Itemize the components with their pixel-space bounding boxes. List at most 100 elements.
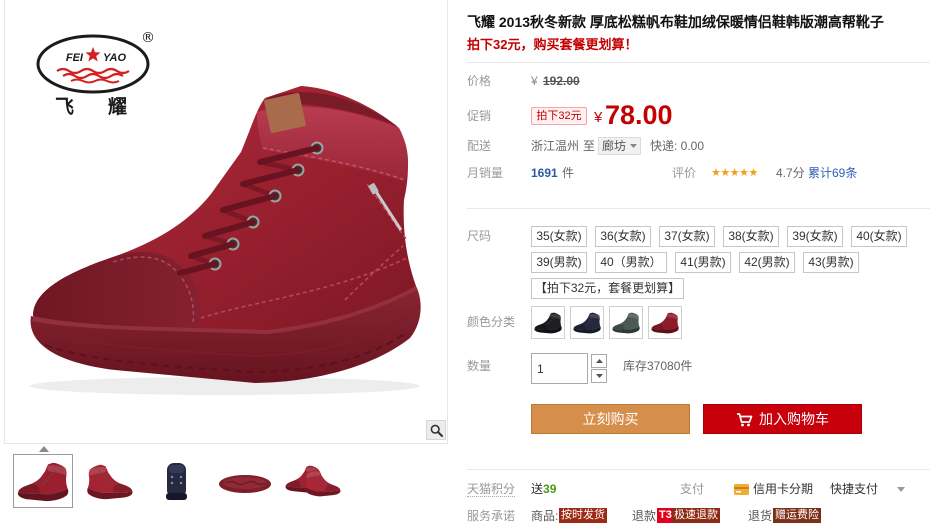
arrow-down-icon	[595, 374, 603, 378]
rating-label: 评价	[672, 166, 697, 180]
size-option[interactable]: 41(男款)	[675, 252, 731, 273]
divider	[467, 208, 930, 209]
thumbnail-1[interactable]	[13, 454, 73, 508]
add-to-cart-label: 加入购物车	[759, 411, 829, 427]
thumbnail-image	[285, 465, 341, 497]
thumbnail-pointer-icon	[39, 446, 49, 452]
thumbnail-2[interactable]	[80, 454, 140, 508]
size-option[interactable]: 40（男款）	[595, 252, 667, 273]
delivery-destination-select[interactable]: 廊坊	[598, 137, 641, 155]
size-option[interactable]: 37(女款)	[659, 226, 715, 247]
size-option[interactable]: 43(男款)	[803, 252, 859, 273]
service-label: 服务承诺	[467, 509, 516, 523]
promo-label: 促销	[467, 109, 492, 123]
original-price-currency: ¥	[531, 74, 538, 88]
arrow-up-icon	[595, 359, 603, 363]
fast-refund-badge: 极速退款	[672, 508, 720, 523]
on-time-delivery-badge: 按时发货	[559, 508, 607, 523]
product-photo: FEI YAO ® 飞 耀	[30, 30, 421, 395]
thumbnail-image	[219, 475, 271, 493]
size-option[interactable]: 39(女款)	[787, 226, 843, 247]
quantity-increase-button[interactable]	[591, 354, 607, 368]
monthly-sales-count: 1691	[531, 166, 558, 180]
svg-text:FEI: FEI	[66, 52, 84, 64]
chevron-down-icon[interactable]	[897, 487, 905, 492]
size-options-row: 【拍下32元，套餐更划算】	[531, 278, 684, 299]
buy-now-label: 立刻购买	[582, 411, 639, 427]
size-option[interactable]: 35(女款)	[531, 226, 587, 247]
swatch-image	[534, 312, 562, 334]
delivery-destination: 廊坊	[602, 139, 627, 153]
color-swatch[interactable]	[609, 306, 643, 339]
quick-pay-link[interactable]: 快捷支付	[830, 481, 878, 497]
delivery-origin: 浙江温州	[531, 139, 580, 153]
points-label-wrap[interactable]: 天猫积分	[467, 481, 516, 497]
promo-price: 78.00	[605, 100, 673, 130]
size-option[interactable]: 38(女款)	[723, 226, 779, 247]
color-swatch[interactable]	[531, 306, 565, 339]
quantity-label: 数量	[467, 359, 492, 373]
size-label: 尺码	[467, 229, 492, 243]
zoom-button[interactable]	[426, 420, 446, 440]
size-option[interactable]: 40(女款)	[851, 226, 907, 247]
shipping-insurance-badge: 赠运费险	[773, 508, 821, 523]
main-product-image[interactable]: FEI YAO ® 飞 耀	[4, 0, 448, 444]
cart-icon	[737, 412, 753, 426]
color-swatch[interactable]	[648, 306, 682, 339]
brand-logo: FEI YAO ® 飞 耀	[36, 30, 155, 118]
rating-stars-icon: ★★★★★	[711, 166, 758, 179]
original-price: 192.00	[543, 74, 580, 88]
size-options-row: 39(男款) 40（男款） 41(男款) 42(男款) 43(男款)	[531, 252, 859, 273]
product-subtitle: 拍下32元，购买套餐更划算！	[467, 37, 638, 52]
divider	[467, 469, 930, 470]
delivery-to-word: 至	[583, 139, 596, 153]
quantity-decrease-button[interactable]	[591, 369, 607, 383]
thumbnail-image	[87, 464, 133, 500]
thumbnail-5[interactable]	[283, 454, 343, 508]
review-count-link[interactable]: 累计69条	[808, 165, 857, 181]
add-to-cart-button[interactable]: 加入购物车	[703, 404, 862, 434]
points-label: 天猫积分	[467, 482, 516, 497]
service-goods-label: 商品:	[531, 509, 559, 523]
size-option[interactable]: 39(男款)	[531, 252, 587, 273]
promo-badge: 拍下32元	[531, 107, 587, 125]
thumbnail-3[interactable]	[147, 454, 207, 508]
rating-score: 4.7分	[776, 166, 805, 180]
express-fee: 快递: 0.00	[650, 139, 705, 153]
swatch-image	[612, 312, 640, 334]
points-prefix: 送	[531, 482, 544, 496]
thumbnail-image	[17, 462, 69, 502]
swatch-image	[573, 312, 601, 334]
size-package-option[interactable]: 【拍下32元，套餐更划算】	[531, 278, 684, 299]
svg-text:YAO: YAO	[103, 52, 126, 64]
swatch-image	[651, 312, 679, 334]
shoe-illustration	[30, 86, 421, 395]
magnifier-icon	[430, 424, 443, 437]
service-refund-label: 退款:	[632, 509, 660, 523]
svg-text:耀: 耀	[108, 96, 127, 118]
monthly-sales-unit: 件	[562, 166, 575, 180]
stock-count: 库存37080件	[623, 359, 693, 373]
svg-text:®: ®	[141, 30, 155, 46]
points-value: 送39	[531, 481, 556, 497]
buy-now-button[interactable]: 立刻购买	[531, 404, 690, 434]
product-title: 飞耀 2013秋冬新款 厚底松糕帆布鞋加绒保暖情侣鞋韩版潮高帮靴子	[467, 14, 884, 30]
size-options-row: 35(女款) 36(女款) 37(女款) 38(女款) 39(女款) 40(女款…	[531, 226, 907, 247]
svg-text:飞: 飞	[55, 97, 74, 118]
chevron-down-icon	[630, 144, 637, 148]
color-label: 颜色分类	[467, 315, 516, 329]
size-option[interactable]: 42(男款)	[739, 252, 795, 273]
thumbnail-image	[166, 463, 187, 500]
color-swatch[interactable]	[570, 306, 604, 339]
divider	[467, 62, 930, 63]
quantity-input[interactable]	[531, 353, 588, 384]
credit-installment-link[interactable]: 信用卡分期	[753, 481, 813, 497]
delivery-label: 配送	[467, 139, 492, 153]
thumbnail-4[interactable]	[215, 454, 275, 508]
price-label: 价格	[467, 74, 492, 88]
monthly-sales-label: 月销量	[467, 166, 504, 180]
promo-price-currency: ¥	[594, 109, 603, 126]
size-option[interactable]: 36(女款)	[595, 226, 651, 247]
color-swatches	[531, 306, 682, 339]
payment-label: 支付	[680, 482, 705, 496]
